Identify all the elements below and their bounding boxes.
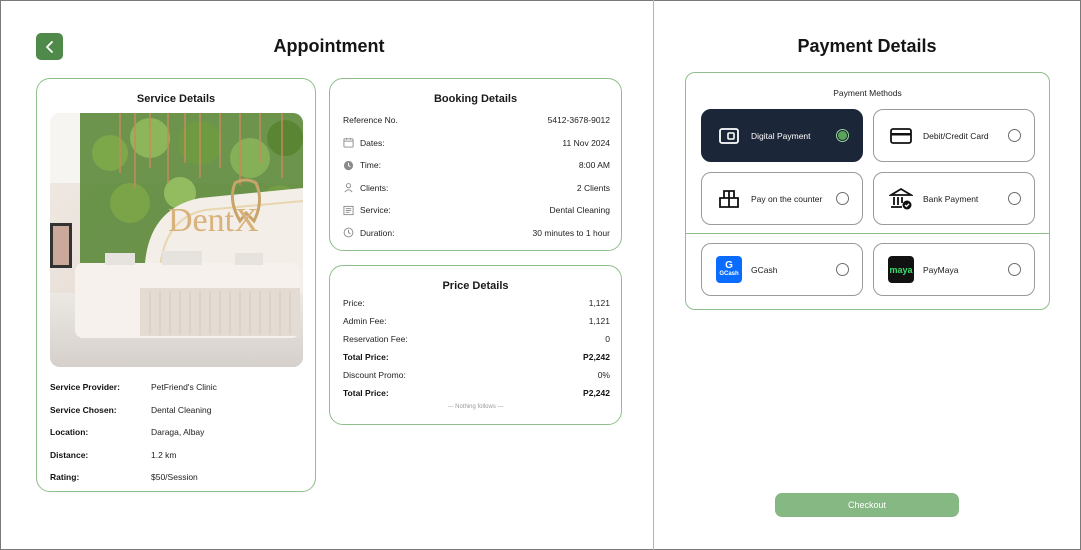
radio-paymaya[interactable] [1008, 263, 1021, 276]
user-icon [343, 182, 354, 193]
timer-icon [343, 227, 354, 238]
radio-gcash[interactable] [836, 263, 849, 276]
counter-icon [716, 186, 742, 212]
subtotal-row: Total Price: P2,242 [343, 352, 610, 362]
service-icon [343, 205, 354, 216]
clients-row: Clients: 2 Clients [343, 177, 610, 200]
price-details-card: Price Details Price: 1,121 Admin Fee: 1,12… [329, 265, 622, 425]
page-title: Appointment [273, 36, 385, 56]
discount-row: Discount Promo: 0% [343, 370, 610, 380]
service-provider-row: Service Provider: PetFriend's Clinic [50, 382, 217, 393]
payment-title: Payment Details [797, 36, 937, 56]
duration-row: Duration: 30 minutes to 1 hour [343, 222, 610, 245]
booking-info-list: Reference No. 5412-3678-9012 Dates: 11 N… [343, 109, 610, 244]
service-chosen-row: Service Chosen: Dental Cleaning [50, 404, 212, 415]
method-debit-credit-card[interactable]: Debit/Credit Card [873, 109, 1035, 162]
location-row: Location: Daraga, Albay [50, 427, 205, 438]
booking-details-card: Booking Details Reference No. 5412-3678-… [329, 78, 622, 251]
method-paymaya[interactable]: maya PayMaya [873, 243, 1035, 296]
radio-pay-on-counter[interactable] [836, 192, 849, 205]
radio-digital-payment[interactable] [836, 129, 849, 142]
method-bank-payment[interactable]: Bank Payment [873, 172, 1035, 225]
price-row: Price: 1,121 [343, 298, 610, 308]
reservation-fee-row: Reservation Fee: 0 [343, 334, 610, 344]
dates-row: Dates: 11 Nov 2024 [343, 132, 610, 155]
radio-debit-credit-card[interactable] [1008, 129, 1021, 142]
time-row: Time: 8:00 AM [343, 154, 610, 177]
panel-divider [653, 0, 654, 550]
booking-details-title: Booking Details [433, 93, 518, 105]
clock-icon [343, 160, 354, 171]
paymaya-logo: maya [888, 256, 914, 283]
credit-card-icon [888, 123, 914, 149]
price-list: Price: 1,121 Admin Fee: 1,121 Reservation … [343, 294, 610, 402]
payment-methods-card: Payment Methods Digital Payment Debit/Cr… [685, 72, 1050, 310]
rating-row: Rating: $50/Session [50, 472, 198, 483]
service-details-card: Service Details DentX Service Provider: … [36, 78, 316, 492]
back-button[interactable] [36, 33, 63, 60]
total-row: Total Price: P2,242 [343, 388, 610, 398]
admin-fee-row: Admin Fee: 1,121 [343, 316, 610, 326]
price-details-title: Price Details [442, 280, 509, 292]
payment-section-divider [686, 233, 1049, 234]
checkout-button[interactable]: Checkout [775, 493, 959, 517]
clinic-photo: DentX [50, 113, 303, 367]
method-digital-payment[interactable]: Digital Payment [701, 109, 863, 162]
method-pay-on-counter[interactable]: Pay on the counter [701, 172, 863, 225]
service-row: Service: Dental Cleaning [343, 199, 610, 222]
service-info-list: Service Provider: PetFriend's Clinic Serv… [50, 376, 303, 489]
distance-row: Distance: 1.2 km [50, 449, 177, 460]
chevron-left-icon [45, 40, 53, 53]
nothing-follows-note: --- Nothing follows --- [447, 404, 504, 410]
service-details-title: Service Details [136, 93, 216, 105]
clinic-sign: DentX [168, 202, 259, 239]
wallet-icon [716, 123, 742, 149]
reference-row: Reference No. 5412-3678-9012 [343, 115, 610, 126]
calendar-icon [343, 137, 354, 148]
gcash-logo: G GCash [716, 256, 742, 283]
payment-methods-label: Payment Methods [833, 88, 902, 98]
radio-bank-payment[interactable] [1008, 192, 1021, 205]
bank-icon [888, 186, 914, 212]
method-gcash[interactable]: G GCash GCash [701, 243, 863, 296]
